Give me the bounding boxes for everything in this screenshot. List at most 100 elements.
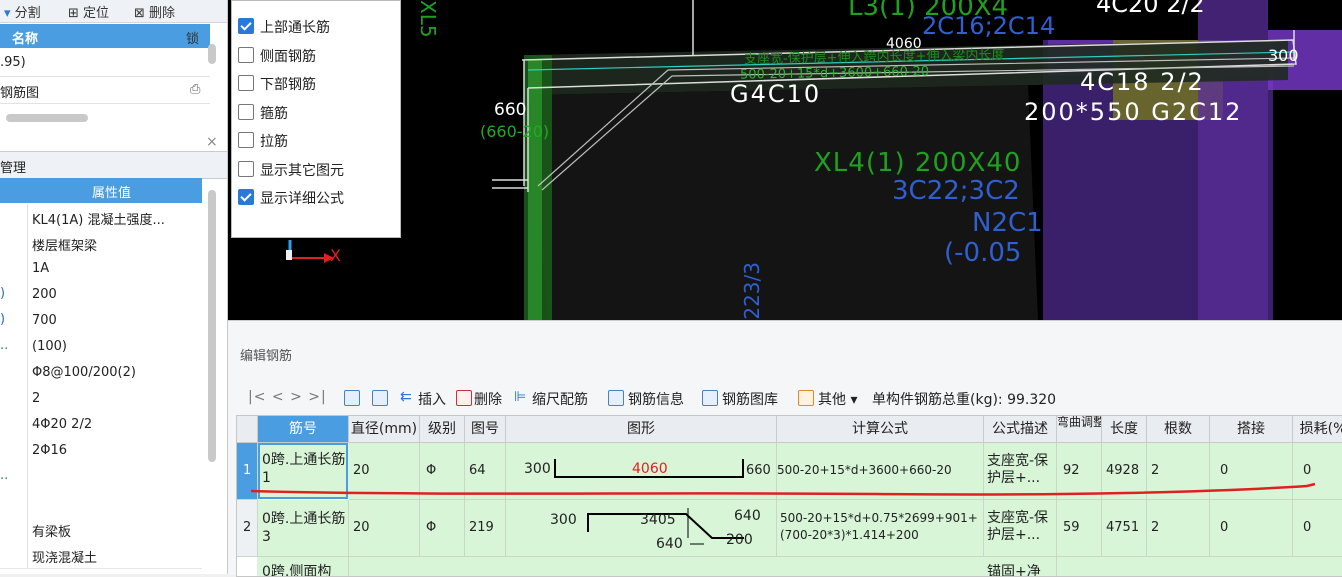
count-cell[interactable]: 2 [1147, 500, 1210, 557]
scale-rebar-button[interactable]: 缩尺配筋 [532, 389, 588, 409]
desc-cell[interactable]: 锚固+净 [984, 557, 1057, 576]
split-button[interactable]: ▾ 分割 [4, 2, 41, 21]
column-header[interactable]: 图形 [506, 416, 777, 443]
tab-manage[interactable]: 管理 [0, 157, 26, 176]
column-header[interactable]: 根数 [1147, 416, 1210, 443]
property-row[interactable]: .. (100) [0, 334, 202, 361]
property-row[interactable]: 1A [0, 256, 202, 283]
column-header[interactable]: 级别 [420, 416, 465, 443]
property-row[interactable]: 2 [0, 386, 202, 413]
property-row[interactable]: KL4(1A) 混凝土强度... [0, 204, 202, 231]
property-value[interactable]: 现浇混凝土 [32, 547, 97, 566]
property-row[interactable]: 4Φ20 2/2 [0, 412, 202, 439]
library-icon[interactable] [702, 390, 718, 406]
lap-cell[interactable]: 0 [1210, 500, 1293, 557]
shape-cell[interactable]: 300 3405 640 640 200 [506, 500, 777, 557]
property-row[interactable]: 有梁板 [0, 516, 202, 543]
name-column-header[interactable]: 名称 [12, 28, 38, 47]
checkbox-icon[interactable] [238, 46, 254, 63]
length-cell[interactable]: 4928 [1102, 443, 1147, 500]
other-menu-button[interactable]: 其他 ▾ [818, 389, 857, 409]
property-value[interactable]: 200 [32, 287, 57, 302]
loss-cell[interactable]: 0 [1293, 443, 1342, 500]
property-row[interactable]: 2Φ16 [0, 438, 202, 465]
desc-cell[interactable]: 支座宽-保护层+... [984, 443, 1057, 500]
scale-icon[interactable]: ⊫ [514, 389, 526, 405]
property-row[interactable]: 现浇混凝土 [0, 542, 202, 569]
length-cell[interactable]: 4751 [1102, 500, 1147, 557]
other-icon[interactable] [798, 390, 814, 406]
property-value[interactable]: KL4(1A) 混凝土强度... [32, 209, 165, 228]
property-value[interactable]: 楼层框架梁 [32, 235, 97, 254]
display-option[interactable]: 显示详细公式 [238, 188, 344, 208]
loss-cell[interactable]: 0 [1293, 500, 1342, 557]
locate-button[interactable]: ⊞ 定位 [68, 2, 109, 21]
shape-no-cell[interactable]: 64 [465, 443, 506, 500]
list-scrollbar-thumb[interactable] [208, 44, 216, 64]
property-scrollbar-thumb[interactable] [208, 190, 216, 462]
display-option[interactable]: 显示其它图元 [238, 160, 344, 180]
property-row[interactable]: Φ8@100/200(2) [0, 360, 202, 387]
formula-cell[interactable]: 500-20+15*d+3600+660-20 [777, 443, 984, 500]
checkbox-icon[interactable] [238, 160, 254, 177]
rebar-name-cell[interactable]: 0跨.侧面构 [258, 557, 349, 576]
delete-row-button[interactable]: 删除 [474, 389, 502, 409]
lap-cell[interactable]: 0 [1210, 443, 1293, 500]
info-icon[interactable] [608, 390, 624, 406]
column-header[interactable]: 长度 [1102, 416, 1147, 443]
display-option[interactable]: 拉筋 [238, 131, 288, 151]
display-option[interactable]: 侧面钢筋 [238, 46, 316, 66]
rebar-library-button[interactable]: 钢筋图库 [722, 389, 778, 409]
insert-button[interactable]: 插入 [418, 389, 446, 409]
checkbox-icon[interactable] [238, 18, 254, 34]
property-value[interactable]: 1A [32, 261, 49, 276]
diameter-cell[interactable]: 20 [349, 500, 420, 557]
bend-cell[interactable]: 92 [1057, 443, 1102, 500]
bend-cell[interactable]: 59 [1057, 500, 1102, 557]
property-value[interactable]: 有梁板 [32, 521, 71, 540]
move-up-icon[interactable] [344, 390, 360, 406]
delete-icon[interactable] [456, 390, 472, 406]
diameter-cell[interactable]: 20 [349, 443, 420, 500]
column-header[interactable]: 搭接 [1210, 416, 1293, 443]
list-hscrollbar-thumb[interactable] [6, 114, 88, 122]
property-value[interactable]: 2Φ16 [32, 443, 67, 458]
insert-icon[interactable]: ⇇ [400, 389, 412, 405]
grade-cell[interactable]: Φ [420, 500, 465, 557]
list-item[interactable]: 钢筋图 ⎙ [0, 77, 210, 104]
property-row[interactable]: .. [0, 464, 202, 491]
print-icon[interactable]: ⎙ [190, 82, 200, 97]
shape-no-cell[interactable]: 219 [465, 500, 506, 557]
property-row[interactable] [0, 490, 202, 517]
record-navigator[interactable]: |< < > >| [248, 389, 327, 405]
table-row[interactable] [257, 557, 1342, 576]
checkbox-icon[interactable] [238, 103, 254, 120]
column-header[interactable]: 弯曲调整 [1057, 416, 1102, 443]
column-header[interactable]: 图号 [465, 416, 506, 443]
grade-cell[interactable]: Φ [420, 443, 465, 500]
lock-column-header[interactable]: 锁 [186, 28, 199, 47]
property-value[interactable]: 700 [32, 313, 57, 328]
display-option[interactable]: 上部通长筋 [238, 17, 330, 37]
property-row[interactable]: ) 700 [0, 308, 202, 335]
checkbox-icon[interactable] [238, 75, 254, 91]
shape-dim-mid[interactable]: 4060 [632, 461, 668, 477]
display-option[interactable]: 箍筋 [238, 103, 288, 123]
checkbox-icon[interactable] [238, 189, 254, 205]
column-header[interactable]: 直径(mm) [349, 416, 420, 443]
formula-cell[interactable]: 500-20+15*d+0.75*2699+901+(700-20*3)*1.4… [777, 500, 984, 557]
rebar-name-cell[interactable]: 0跨.上通长筋1 [258, 443, 348, 499]
checkbox-icon[interactable] [238, 132, 254, 148]
delete-button[interactable]: ⊠ 删除 [134, 2, 175, 21]
display-option[interactable]: 下部钢筋 [238, 74, 316, 94]
shape-cell[interactable]: 300 4060 660 [506, 443, 777, 500]
count-cell[interactable]: 2 [1147, 443, 1210, 500]
list-item[interactable]: .95) [0, 50, 210, 77]
property-value[interactable]: 4Φ20 2/2 [32, 417, 92, 432]
close-icon[interactable]: × [206, 134, 218, 150]
column-header[interactable]: 筋号 [258, 416, 349, 443]
column-header[interactable]: 计算公式 [777, 416, 984, 443]
property-row[interactable]: ) 200 [0, 282, 202, 309]
desc-cell[interactable]: 支座宽-保护层+... [984, 500, 1057, 557]
rebar-name-cell[interactable]: 0跨.上通长筋3 [258, 500, 349, 557]
